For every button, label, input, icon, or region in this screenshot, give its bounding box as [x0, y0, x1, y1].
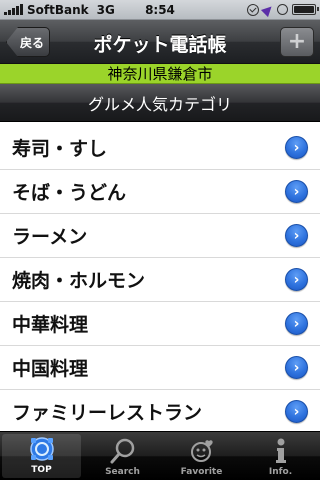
page-title: ポケット電話帳: [93, 34, 227, 56]
disclosure-chevron-icon[interactable]: ›: [285, 180, 308, 203]
list-item-label: 中華料理: [12, 314, 89, 336]
tab-label: Info.: [268, 467, 293, 477]
category-header: グルメ人気カテゴリ: [0, 84, 320, 122]
disclosure-chevron-icon[interactable]: ›: [285, 136, 308, 159]
top-icon: [27, 434, 57, 464]
disclosure-chevron-icon[interactable]: ›: [285, 224, 308, 247]
battery-icon: [292, 4, 319, 15]
tab-info[interactable]: Info.: [241, 432, 320, 480]
favorite-icon: [187, 436, 217, 466]
tab-label: TOP: [31, 465, 52, 475]
rotation-lock-icon: [247, 3, 259, 16]
list-item-label: そば・うどん: [12, 182, 127, 204]
list-item-label: ファミリーレストラン: [12, 402, 203, 424]
navigation-bar: 戻る ポケット電話帳 +: [0, 20, 320, 64]
list-item-label: ラーメン: [12, 226, 88, 248]
disclosure-chevron-icon[interactable]: ›: [285, 356, 308, 379]
tab-label: Search: [105, 467, 140, 477]
list-item[interactable]: 中国料理 ›: [0, 346, 320, 390]
tab-bar: TOP Search Favorite Info.: [0, 431, 320, 480]
tab-favorite[interactable]: Favorite: [162, 432, 241, 480]
tab-search[interactable]: Search: [83, 432, 162, 480]
search-icon: [108, 436, 138, 466]
list-item[interactable]: 中華料理 ›: [0, 302, 320, 346]
list-item[interactable]: 焼肉・ホルモン ›: [0, 258, 320, 302]
signal-strength-icon: [4, 4, 23, 15]
list-item-label: 寿司・すし: [12, 138, 108, 160]
disclosure-chevron-icon[interactable]: ›: [285, 400, 308, 423]
region-label: 神奈川県鎌倉市: [0, 64, 320, 84]
alarm-icon: [277, 4, 288, 15]
tab-top[interactable]: TOP: [2, 434, 81, 478]
list-item[interactable]: ファミリーレストラン ›: [0, 390, 320, 434]
location-arrow-icon: [260, 2, 276, 17]
carrier-label: SoftBank: [27, 2, 89, 17]
tab-label: Favorite: [180, 467, 223, 477]
disclosure-chevron-icon[interactable]: ›: [285, 268, 308, 291]
list-item[interactable]: そば・うどん ›: [0, 170, 320, 214]
list-item[interactable]: ラーメン ›: [0, 214, 320, 258]
category-list: 寿司・すし › そば・うどん › ラーメン › 焼肉・ホルモン › 中華料理 ›…: [0, 126, 320, 434]
info-icon: [266, 436, 296, 466]
disclosure-chevron-icon[interactable]: ›: [285, 312, 308, 335]
list-item-label: 中国料理: [12, 358, 89, 380]
back-button[interactable]: 戻る: [6, 27, 50, 57]
status-bar: SoftBank 3G 8:54: [0, 0, 320, 20]
add-button[interactable]: +: [280, 27, 314, 57]
network-type-label: 3G: [96, 2, 115, 17]
list-item[interactable]: 寿司・すし ›: [0, 126, 320, 170]
list-item-label: 焼肉・ホルモン: [12, 270, 146, 292]
